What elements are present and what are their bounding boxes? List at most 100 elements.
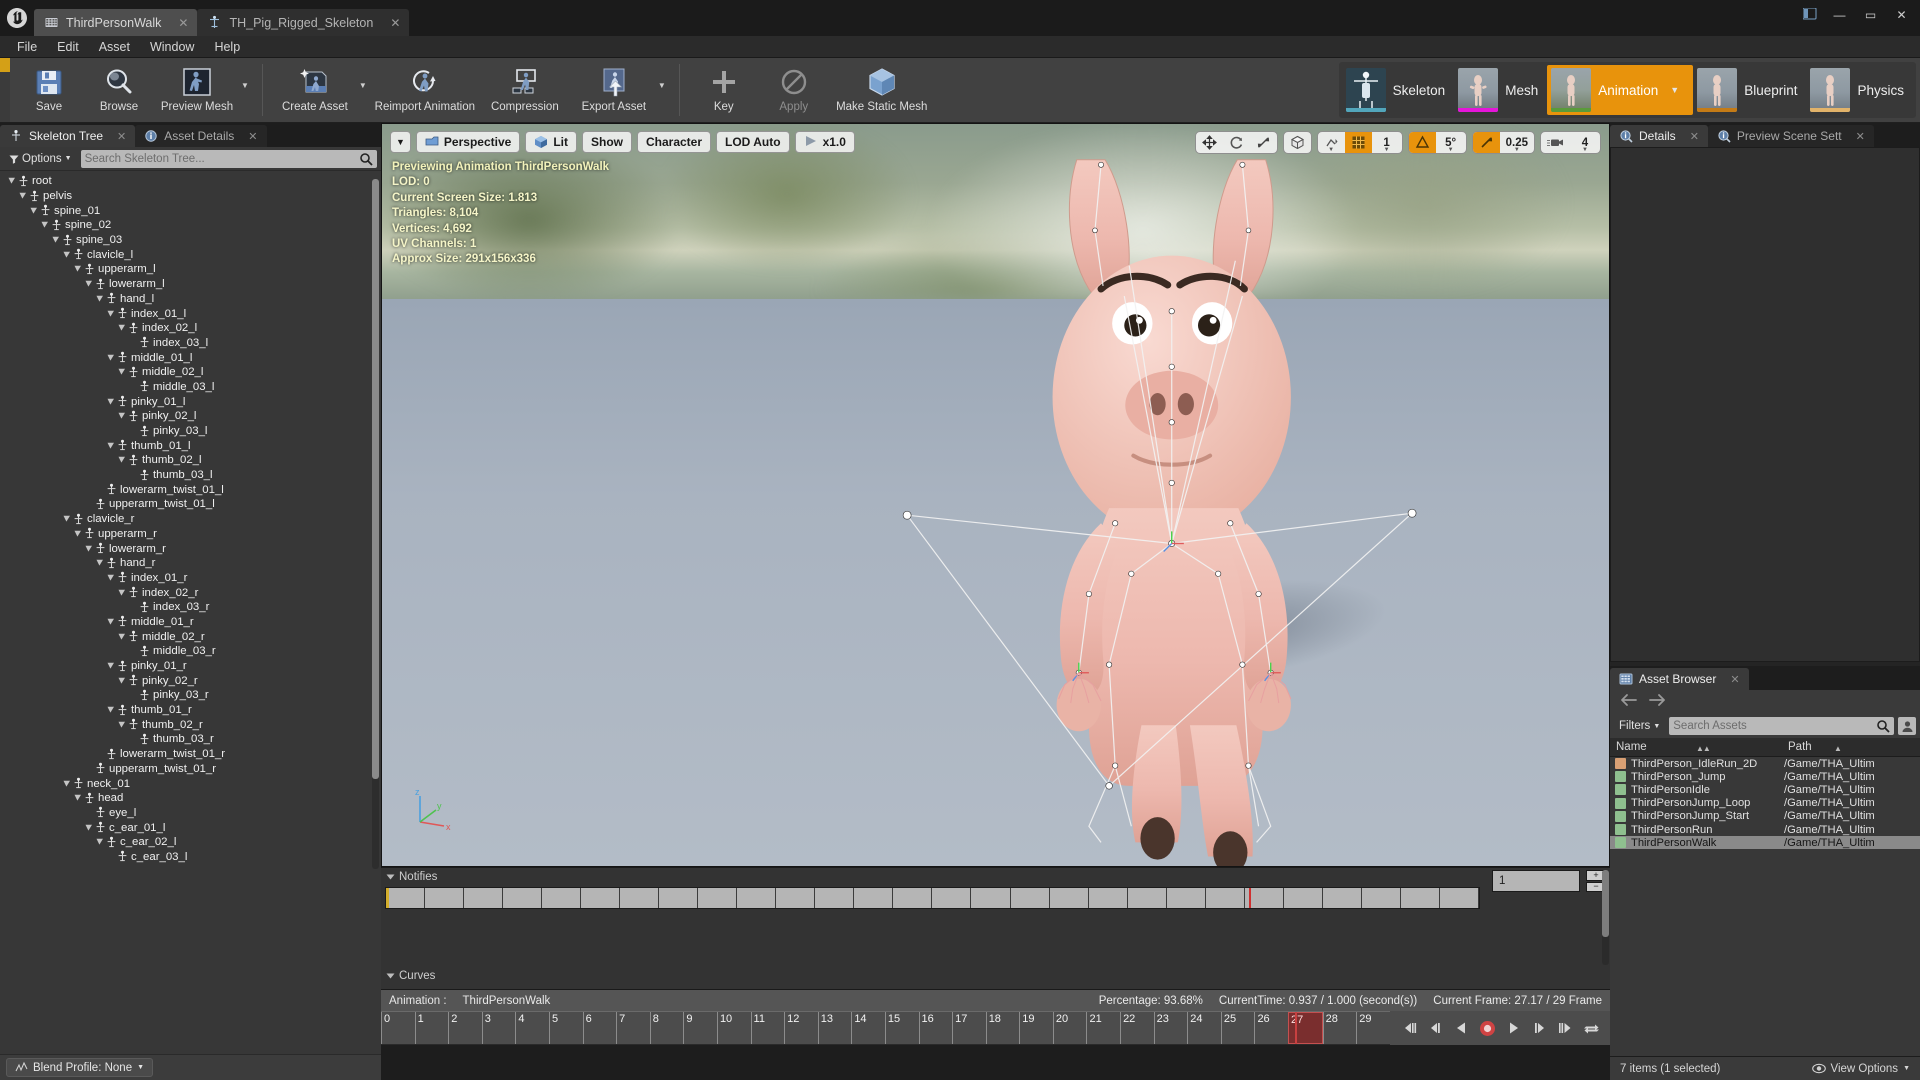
arrow-left-icon[interactable] bbox=[1620, 693, 1638, 712]
filters-button[interactable]: Filters ▼ bbox=[1614, 718, 1665, 734]
skip-to-end-button[interactable] bbox=[1556, 1018, 1574, 1038]
tab-preview-scene-settings[interactable]: Preview Scene Sett ✕ bbox=[1707, 125, 1874, 147]
skeleton-tree-node[interactable]: spine_01 bbox=[0, 203, 381, 218]
chevron-down-icon[interactable]: ▼ bbox=[1582, 147, 1588, 153]
reimport-animation-button[interactable]: Reimport Animation bbox=[371, 61, 479, 113]
expand-triangle-icon[interactable] bbox=[105, 398, 116, 406]
notify-track-cell[interactable] bbox=[1284, 888, 1323, 908]
notify-track-cell[interactable] bbox=[659, 888, 699, 908]
apply-button[interactable]: Apply bbox=[759, 61, 829, 113]
timeline-frame-tick[interactable]: 25 bbox=[1220, 1012, 1255, 1044]
notify-track-cell[interactable] bbox=[542, 888, 582, 908]
chevron-down-icon[interactable]: ▼ bbox=[240, 61, 253, 90]
skeleton-tree-node[interactable]: lowerarm_twist_01_l bbox=[0, 482, 381, 497]
mode-button-blueprint[interactable]: Blueprint bbox=[1693, 65, 1806, 115]
skeleton-tree-node[interactable]: thumb_02_l bbox=[0, 453, 381, 468]
asset-search-input[interactable] bbox=[1673, 720, 1876, 732]
angle-snap-value[interactable]: 5° ▼ bbox=[1436, 132, 1466, 154]
expand-triangle-icon[interactable] bbox=[105, 310, 116, 318]
scale-tool-button[interactable] bbox=[1250, 132, 1277, 153]
skeleton-tree-node[interactable]: middle_03_l bbox=[0, 380, 381, 395]
expand-triangle-icon[interactable] bbox=[116, 324, 127, 332]
compression-button[interactable]: Compression bbox=[479, 61, 571, 113]
skeleton-tree-node[interactable]: pelvis bbox=[0, 189, 381, 204]
window-tab-skeleton[interactable]: TH_Pig_Rigged_Skeleton ✕ bbox=[197, 9, 410, 36]
expand-triangle-icon[interactable] bbox=[116, 721, 127, 729]
skeleton-tree-node[interactable]: upperarm_r bbox=[0, 527, 381, 542]
search-input[interactable] bbox=[84, 152, 359, 165]
notify-track-cell[interactable] bbox=[1089, 888, 1128, 908]
key-button[interactable]: Key bbox=[689, 61, 759, 113]
notify-track-cell[interactable] bbox=[737, 888, 777, 908]
menu-item-edit[interactable]: Edit bbox=[48, 38, 88, 56]
preview-mesh-button[interactable]: Preview Mesh bbox=[154, 61, 240, 113]
skeleton-tree-node[interactable]: middle_01_l bbox=[0, 350, 381, 365]
notify-track-cell[interactable] bbox=[971, 888, 1011, 908]
timeline-frame-tick[interactable]: 10 bbox=[716, 1012, 751, 1044]
notify-track-cell[interactable] bbox=[776, 888, 816, 908]
notifies-scrollbar[interactable] bbox=[1602, 870, 1609, 965]
maximize-button[interactable]: ▭ bbox=[1856, 4, 1885, 26]
asset-search-box[interactable] bbox=[1669, 717, 1894, 735]
expand-triangle-icon[interactable] bbox=[61, 251, 72, 259]
timeline-frame-tick[interactable]: 21 bbox=[1086, 1012, 1120, 1044]
notify-track-cell[interactable] bbox=[1323, 888, 1362, 908]
timeline-frame-tick[interactable]: 12 bbox=[784, 1012, 818, 1044]
close-button[interactable]: ✕ bbox=[1887, 4, 1916, 26]
skeleton-tree[interactable]: root pelvis spine_01 spine_02 spine_03 clavic… bbox=[0, 171, 381, 1054]
tab-skeleton-tree[interactable]: Skeleton Tree ✕ bbox=[0, 125, 136, 147]
timeline-frame-tick[interactable]: 18 bbox=[985, 1012, 1020, 1044]
menu-item-help[interactable]: Help bbox=[205, 38, 249, 56]
expand-triangle-icon[interactable] bbox=[105, 442, 116, 450]
column-header-path[interactable]: Path ▲ bbox=[1782, 741, 1920, 753]
expand-triangle-icon[interactable] bbox=[72, 265, 83, 273]
tab-asset-browser[interactable]: Asset Browser ✕ bbox=[1610, 668, 1749, 690]
expand-triangle-icon[interactable] bbox=[116, 412, 127, 420]
skeleton-tree-node[interactable]: pinky_03_l bbox=[0, 424, 381, 439]
timeline-frame-tick[interactable]: 11 bbox=[750, 1012, 785, 1044]
chevron-down-icon[interactable]: ▼ bbox=[358, 61, 371, 90]
skeleton-tree-node[interactable]: eye_l bbox=[0, 806, 381, 821]
skeleton-tree-node[interactable]: index_02_r bbox=[0, 585, 381, 600]
asset-row[interactable]: ThirdPersonWalk/Game/THA_Ultim bbox=[1610, 836, 1920, 850]
timeline-frame-tick[interactable]: 7 bbox=[616, 1012, 650, 1044]
angle-snap-toggle[interactable] bbox=[1408, 132, 1436, 153]
tab-asset-details[interactable]: Asset Details ✕ bbox=[135, 125, 267, 147]
chevron-down-icon[interactable]: ▼ bbox=[1328, 147, 1334, 153]
notify-track-cell[interactable] bbox=[1362, 888, 1401, 908]
viewport-lod-button[interactable]: LOD Auto bbox=[716, 131, 790, 153]
skeleton-tree-node[interactable]: middle_03_r bbox=[0, 644, 381, 659]
timeline-frame-tick[interactable]: 3 bbox=[481, 1012, 516, 1044]
skeleton-tree-node[interactable]: pinky_01_l bbox=[0, 394, 381, 409]
expand-triangle-icon[interactable] bbox=[50, 236, 61, 244]
search-icon[interactable] bbox=[1876, 719, 1890, 733]
notify-track-cell[interactable] bbox=[1050, 888, 1089, 908]
move-tool-button[interactable] bbox=[1196, 132, 1223, 153]
chevron-down-icon[interactable]: ▼ bbox=[1384, 147, 1390, 153]
close-icon[interactable]: ✕ bbox=[1690, 130, 1699, 143]
notify-track-cell[interactable] bbox=[1440, 888, 1479, 908]
asset-row[interactable]: ThirdPerson_IdleRun_2D/Game/THA_Ultim bbox=[1610, 757, 1920, 770]
chevron-down-icon[interactable]: ▼ bbox=[1514, 147, 1520, 153]
notify-track-cell[interactable] bbox=[1128, 888, 1167, 908]
expand-triangle-icon[interactable] bbox=[83, 824, 94, 832]
record-button[interactable] bbox=[1478, 1018, 1496, 1038]
notify-track-cell[interactable] bbox=[815, 888, 855, 908]
expand-triangle-icon[interactable] bbox=[105, 662, 116, 670]
asset-row[interactable]: ThirdPersonIdle/Game/THA_Ultim bbox=[1610, 783, 1920, 796]
expand-triangle-icon[interactable] bbox=[116, 633, 127, 641]
close-icon[interactable]: ✕ bbox=[1730, 673, 1739, 686]
notifies-scroll-thumb[interactable] bbox=[1602, 870, 1609, 937]
grid-snap-value[interactable]: 1 ▼ bbox=[1372, 132, 1402, 154]
skeleton-tree-node[interactable]: clavicle_l bbox=[0, 247, 381, 262]
expand-triangle-icon[interactable] bbox=[28, 207, 39, 215]
notify-track-cell[interactable] bbox=[893, 888, 933, 908]
layout-icon[interactable] bbox=[1802, 7, 1817, 23]
close-icon[interactable]: ✕ bbox=[117, 130, 126, 143]
timeline-frame-tick[interactable]: 15 bbox=[884, 1012, 919, 1044]
expand-triangle-icon[interactable] bbox=[6, 177, 17, 185]
skeleton-tree-node[interactable]: neck_01 bbox=[0, 776, 381, 791]
skeleton-tree-node[interactable]: c_ear_01_l bbox=[0, 820, 381, 835]
timeline-frame-tick[interactable]: 29 bbox=[1356, 1012, 1390, 1044]
timeline-frame-tick[interactable]: 28 bbox=[1322, 1012, 1357, 1044]
